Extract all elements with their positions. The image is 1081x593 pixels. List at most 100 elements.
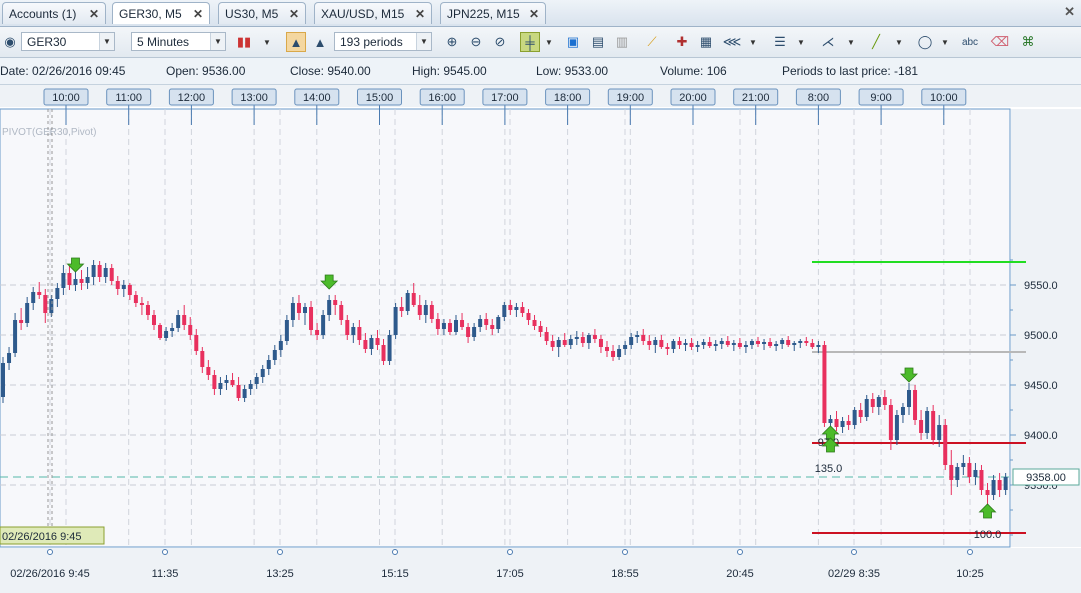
tab-us30[interactable]: US30, M5 ✕	[218, 2, 306, 24]
candle-body	[109, 268, 114, 281]
info-volume: Volume: 106	[660, 64, 727, 78]
crosshair-date-label: 02/26/2016 9:45	[2, 531, 82, 543]
channel-icon[interactable]: ⋌	[818, 32, 838, 52]
symbol-select[interactable]: GER30 ▼	[21, 32, 115, 51]
info-open: Open: 9536.00	[166, 64, 246, 78]
candle-body	[164, 331, 169, 338]
candlestick-chart-icon[interactable]: ▮▮	[234, 32, 254, 52]
candle-body	[49, 299, 54, 313]
candle-body	[762, 342, 767, 344]
candle-body	[194, 335, 199, 351]
chevron-down-icon[interactable]: ▼	[846, 34, 856, 50]
candle-body	[586, 335, 591, 343]
chart-window-icon[interactable]: ▤	[588, 32, 608, 52]
hierarchy-icon[interactable]: ⌘	[1018, 32, 1038, 52]
time-axis-top	[0, 85, 1081, 107]
info-low: Low: 9533.00	[536, 64, 609, 78]
candle-body	[206, 367, 211, 375]
close-icon[interactable]: ✕	[529, 7, 539, 21]
periods-value: 193 periods	[340, 34, 403, 49]
top-time-label: 21:00	[742, 92, 770, 104]
time-tick-marker	[507, 549, 513, 555]
chevron-down-icon: ▼	[210, 33, 225, 50]
candle-body	[67, 273, 72, 285]
close-icon[interactable]: ✕	[89, 7, 99, 21]
candle-body	[574, 337, 579, 339]
tab-label: US30, M5	[225, 6, 279, 21]
candle-body	[955, 467, 960, 480]
candle-body	[393, 307, 398, 335]
candle-body	[876, 397, 881, 407]
bottom-time-label: 20:45	[726, 568, 754, 580]
candle-body	[351, 327, 356, 335]
periods-select[interactable]: 193 periods ▼	[334, 32, 432, 51]
lines-icon[interactable]: ☰	[770, 32, 790, 52]
zoom-out-icon[interactable]: ⊖	[466, 32, 486, 52]
chevron-down-icon[interactable]: ▼	[748, 34, 758, 50]
tab-jpn225[interactable]: JPN225, M15 ✕	[440, 2, 546, 24]
chevron-down-icon[interactable]: ▼	[544, 34, 554, 50]
candle-body	[502, 305, 507, 317]
candle-body	[79, 279, 84, 283]
add-indicator-icon[interactable]: ✚	[672, 32, 692, 52]
ellipse-icon[interactable]: ◯	[912, 32, 938, 52]
crosshair-icon[interactable]: ╪	[520, 32, 540, 52]
auto-scroll-icon[interactable]: ▲	[286, 32, 306, 52]
candle-body	[852, 410, 857, 425]
chevron-down-icon[interactable]: ▼	[262, 34, 272, 50]
candle-body	[629, 337, 634, 345]
candle-body	[665, 347, 670, 349]
data-window-icon[interactable]: ▣	[563, 32, 583, 52]
candle-body	[973, 470, 978, 477]
bottom-time-label: 13:25	[266, 568, 294, 580]
chevron-down-icon[interactable]: ▼	[894, 34, 904, 50]
candle-body	[683, 343, 688, 345]
tab-accounts[interactable]: Accounts (1) ✕	[2, 2, 106, 24]
close-icon[interactable]: ✕	[289, 7, 299, 21]
candle-body	[858, 410, 863, 417]
candle-body	[236, 385, 241, 398]
candle-body	[405, 293, 410, 311]
candle-body	[961, 463, 966, 467]
candle-body	[798, 341, 803, 343]
text-tool-icon[interactable]: abc	[960, 32, 980, 52]
tab-ger30[interactable]: GER30, M5 ✕	[112, 2, 210, 24]
tab-xauusd[interactable]: XAU/USD, M15 ✕	[314, 2, 432, 24]
candle-body	[103, 268, 108, 277]
candle-body	[441, 323, 446, 329]
zoom-fit-icon[interactable]: ⊘	[490, 32, 510, 52]
candle-body	[907, 390, 911, 407]
chevron-down-icon[interactable]: ▼	[940, 34, 950, 50]
globe-icon[interactable]: ◉	[0, 32, 20, 52]
tab-bar: Accounts (1) ✕ GER30, M5 ✕ US30, M5 ✕ XA…	[0, 0, 1081, 27]
candle-body	[580, 337, 585, 343]
y-tick-label: 9450.0	[1024, 380, 1058, 392]
ruler-icon[interactable]: ⟋	[642, 32, 662, 52]
close-icon[interactable]: ✕	[193, 7, 203, 21]
candle-body	[671, 341, 676, 349]
window-close-icon[interactable]: ✕	[1064, 4, 1075, 20]
candle-body	[846, 421, 851, 425]
close-icon[interactable]: ✕	[415, 7, 425, 21]
top-time-label: 11:00	[115, 92, 142, 104]
shift-chart-icon[interactable]: ▲	[310, 32, 330, 52]
indicators-icon[interactable]: ▦	[696, 32, 716, 52]
candle-body	[91, 265, 96, 277]
candle-body	[514, 307, 519, 310]
candle-body	[659, 340, 664, 347]
chevron-down-icon[interactable]: ▼	[796, 34, 806, 50]
candle-body	[864, 399, 869, 417]
candle-body	[949, 465, 954, 480]
timeframe-select[interactable]: 5 Minutes ▼	[131, 32, 226, 51]
trend-line-icon[interactable]: ╱	[866, 32, 886, 52]
eraser-icon[interactable]: ⌫	[990, 32, 1010, 52]
candle-body	[719, 341, 724, 344]
candle-body	[689, 343, 694, 347]
panel-icon[interactable]: ▥	[612, 32, 632, 52]
fibonacci-icon[interactable]: ⋘	[722, 32, 742, 52]
trade-label: 100.0	[974, 529, 1002, 541]
candle-body	[882, 397, 887, 405]
tab-label: XAU/USD, M15	[321, 6, 405, 21]
price-chart[interactable]: 9550.09500.09450.09400.09350.010:00 11:00…	[0, 85, 1081, 593]
zoom-in-icon[interactable]: ⊕	[442, 32, 462, 52]
